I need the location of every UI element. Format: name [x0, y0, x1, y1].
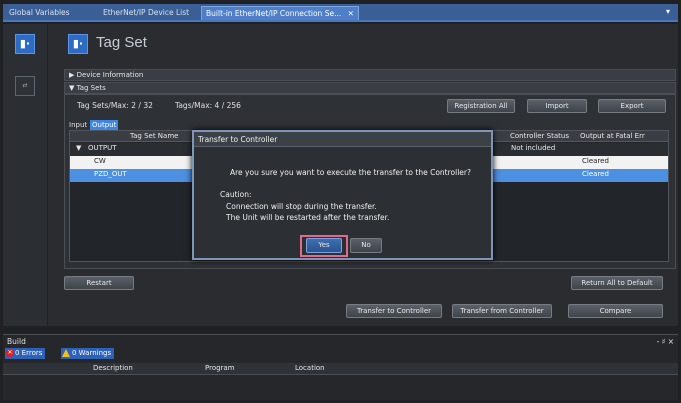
warning-icon — [62, 349, 70, 357]
build-table-header: Description Program Location — [3, 363, 678, 375]
dialog-title: Transfer to Controller — [194, 132, 491, 147]
dialog-caution-label: Caution: — [220, 190, 252, 199]
return-all-to-default-button[interactable]: Return All to Default — [571, 276, 663, 290]
unit-glyph-icon: ▮· — [19, 37, 31, 50]
warnings-filter-toggle[interactable]: 0 Warnings — [61, 348, 115, 359]
registration-all-button[interactable]: Registration All — [447, 99, 515, 113]
yes-button[interactable]: Yes — [306, 238, 342, 253]
tag-name: CW — [94, 157, 106, 165]
left-icon-rail: ▮· ⇄ — [3, 24, 47, 326]
column-header-location[interactable]: Location — [295, 363, 325, 374]
column-header-controller-status[interactable]: Controller Status — [510, 131, 569, 142]
tab-label: EtherNet/IP Device List — [103, 8, 190, 17]
transfer-confirmation-dialog: Transfer to Controller Are you sure you … — [192, 130, 493, 260]
column-header-output-at-fatal-err[interactable]: Output at Fatal Err — [580, 131, 645, 142]
restart-button[interactable]: Restart — [64, 276, 134, 290]
tab-global-variables[interactable]: Global Variables — [5, 6, 74, 20]
application-window: Global Variables EtherNet/IP Device List… — [0, 0, 681, 403]
document-tab-bar: Global Variables EtherNet/IP Device List… — [3, 4, 678, 22]
tags-count: Tags/Max: 4 / 256 — [175, 101, 241, 110]
tab-ethernet-ip-device-list[interactable]: EtherNet/IP Device List — [99, 6, 193, 20]
tab-output[interactable]: Output — [90, 120, 119, 130]
close-icon[interactable]: ✕ — [348, 9, 354, 18]
tab-built-in-ethernet-ip-connection[interactable]: Built-in EtherNet/IP Connection Se... ✕ — [201, 6, 359, 20]
no-button[interactable]: No — [350, 238, 382, 253]
dialog-caution-line: The Unit will be restarted after the tra… — [226, 213, 390, 222]
import-button[interactable]: Import — [527, 99, 587, 113]
output-at-fatal-err: Cleared — [582, 157, 609, 165]
build-pane-title: Build — [7, 337, 26, 346]
connection-icon[interactable]: ⇄ — [15, 76, 35, 96]
tag-sets-count: Tag Sets/Max: 2 / 32 — [77, 101, 153, 110]
column-header-tag-set-name[interactable]: Tag Set Name — [130, 131, 178, 142]
column-header-program[interactable]: Program — [205, 363, 235, 374]
controller-status: Not included — [511, 144, 556, 152]
tag-sets-header[interactable]: ▼ Tag Sets — [64, 82, 676, 94]
device-information-header[interactable]: ▶ Device Information — [64, 69, 676, 81]
tab-label: Built-in EtherNet/IP Connection Se... — [206, 9, 342, 18]
error-icon: ✕ — [6, 349, 14, 357]
connection-glyph-icon: ⇄ — [22, 82, 28, 89]
export-button[interactable]: Export — [598, 99, 666, 113]
tag-set-icon: ▮· — [68, 34, 88, 54]
unit-icon[interactable]: ▮· — [15, 34, 35, 54]
tab-label: Global Variables — [9, 8, 70, 17]
tab-list-dropdown-icon[interactable]: ▾ — [662, 6, 674, 18]
tag-name: PZD_OUT — [94, 170, 127, 178]
tag-set-glyph-icon: ▮· — [72, 37, 84, 50]
page-title: Tag Set — [96, 34, 147, 51]
dialog-question: Are you sure you want to execute the tra… — [230, 168, 471, 177]
tab-input[interactable]: Input — [69, 121, 87, 129]
output-at-fatal-err: Cleared — [582, 170, 609, 178]
expand-toggle-icon[interactable]: ▼ — [76, 143, 81, 154]
dialog-caution-line: Connection will stop during the transfer… — [226, 202, 377, 211]
compare-button[interactable]: Compare — [568, 304, 663, 318]
warnings-count: 0 Warnings — [72, 349, 112, 357]
transfer-to-controller-button[interactable]: Transfer to Controller — [346, 304, 442, 318]
build-pane: Build - ♯ × ✕ 0 Errors 0 Warnings Descri… — [3, 334, 678, 400]
errors-count: 0 Errors — [15, 349, 43, 357]
tag-set-name: OUTPUT — [88, 144, 117, 152]
pane-controls[interactable]: - ♯ × — [657, 337, 674, 346]
errors-filter-toggle[interactable]: ✕ 0 Errors — [5, 348, 46, 359]
transfer-from-controller-button[interactable]: Transfer from Controller — [452, 304, 552, 318]
column-header-description[interactable]: Description — [93, 363, 133, 374]
